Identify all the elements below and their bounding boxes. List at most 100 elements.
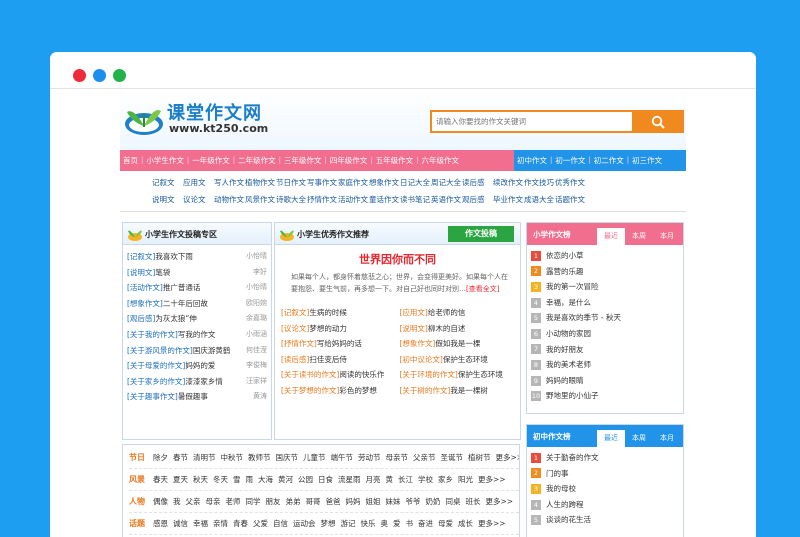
nav-item[interactable]: 初二作文 — [591, 150, 627, 171]
tag-link[interactable]: 母爱 — [438, 513, 453, 534]
ranking-item[interactable]: 4 幸福，是什么 — [531, 295, 679, 311]
list-item-title[interactable]: 给老师的信 — [428, 308, 466, 317]
tag-link[interactable]: 梦想 — [321, 513, 336, 534]
ranking-item-title[interactable]: 人生的跨程 — [546, 497, 584, 513]
tag-link[interactable]: 快乐 — [361, 513, 376, 534]
tag-link[interactable]: 父爱 — [253, 513, 268, 534]
ranking-item[interactable]: 1 依恋的小草 — [531, 248, 679, 264]
nav-item[interactable]: 五年级作文 — [373, 150, 417, 171]
list-item[interactable]: [关于我的作文]写我的作文 小雨涵 — [127, 327, 267, 343]
tag-link[interactable]: 家乡 — [438, 469, 453, 490]
list-item-title[interactable]: 国庆游黄鹤 — [193, 346, 231, 355]
list-item-title[interactable]: 彩色的梦想 — [339, 386, 377, 395]
list-item[interactable]: [想象作文]假如我是一棵 — [400, 336, 515, 352]
list-item-title[interactable]: 生病的时候 — [309, 308, 347, 317]
ranking-item-title[interactable]: 野地里的小仙子 — [546, 388, 599, 404]
list-item-title[interactable]: 笔袋 — [155, 268, 170, 277]
ranking-item[interactable]: 6 小动物的家园 — [531, 326, 679, 342]
tag-link[interactable]: 国庆节 — [276, 447, 299, 468]
tag-link[interactable]: 月亮 — [366, 469, 381, 490]
read-more-link[interactable]: [查看全文] — [466, 285, 499, 293]
category-link[interactable]: 节日作文 — [276, 174, 307, 191]
ranking-item-title[interactable]: 露营的乐趣 — [546, 264, 584, 280]
tag-link[interactable]: 圣诞节 — [441, 447, 464, 468]
tag-link[interactable]: 更多>> — [478, 513, 506, 534]
tag-link[interactable]: 更多>> — [478, 469, 506, 490]
list-item-title[interactable]: 柳木的自述 — [428, 324, 466, 333]
list-item-tag[interactable]: [活动作文] — [127, 283, 163, 292]
tag-link[interactable]: 妹妹 — [386, 491, 401, 512]
category-link[interactable]: 动物作文 — [214, 191, 245, 208]
category-link[interactable]: 诗歌大全 — [276, 191, 307, 208]
ranking-item-title[interactable]: 我的母校 — [546, 481, 576, 497]
ranking-item-title[interactable]: 关于勤奋的作文 — [546, 450, 599, 466]
search-input[interactable] — [430, 110, 632, 133]
tag-link[interactable]: 除夕 — [153, 447, 168, 468]
tag-link[interactable]: 日食 — [318, 469, 333, 490]
list-item-tag[interactable]: [关于游风景的作文] — [127, 346, 193, 355]
list-item-tag[interactable]: [想象作文] — [127, 299, 163, 308]
list-item-tag[interactable]: [抒情作文] — [281, 339, 317, 348]
ranking-tab[interactable]: 本周 — [625, 430, 653, 447]
nav-item[interactable]: 初中作文 — [514, 150, 550, 171]
tag-link[interactable]: 春节 — [173, 447, 188, 468]
list-item-tag[interactable]: [议论文] — [281, 324, 309, 333]
tag-link[interactable]: 春天 — [153, 469, 168, 490]
category-link[interactable]: 写人作文 — [214, 174, 245, 191]
list-item-title[interactable]: 保护生态环境 — [458, 370, 503, 379]
list-item-title[interactable]: 写我的作文 — [178, 330, 216, 339]
ranking-item-title[interactable]: 我的好朋友 — [546, 342, 584, 358]
list-item-title[interactable]: 我是一棵树 — [450, 386, 488, 395]
tag-link[interactable]: 同学 — [246, 491, 261, 512]
tag-link[interactable]: 夏天 — [173, 469, 188, 490]
list-item[interactable]: [关于环境的作文]保护生态环境 — [400, 367, 515, 383]
list-item-tag[interactable]: [关于趣事作文] — [127, 392, 178, 401]
list-item-title[interactable]: 假如我是一棵 — [435, 339, 480, 348]
tag-link[interactable]: 自信 — [273, 513, 288, 534]
list-item[interactable]: [关于树的作文]我是一棵树 — [400, 383, 515, 399]
list-item[interactable]: [关于读书的作文]阅读的快乐作 — [281, 367, 396, 383]
ranking-item-title[interactable]: 小动物的家园 — [546, 326, 591, 342]
nav-item[interactable]: 二年级作文 — [235, 150, 279, 171]
nav-item[interactable]: 三年级作文 — [281, 150, 325, 171]
tag-link[interactable]: 植树节 — [468, 447, 491, 468]
tag-link[interactable]: 公园 — [298, 469, 313, 490]
tag-link[interactable]: 老师 — [226, 491, 241, 512]
list-item-title[interactable]: 二十年后回故 — [163, 299, 208, 308]
list-item-tag[interactable]: [观后感] — [127, 314, 155, 323]
tag-link[interactable]: 奋进 — [418, 513, 433, 534]
list-item[interactable]: [应用文]给老师的信 — [400, 305, 515, 321]
category-link[interactable]: 应用文 — [183, 174, 214, 191]
ranking-tab[interactable]: 最近 — [597, 430, 625, 447]
list-item-tag[interactable]: [关于读书的作文] — [281, 370, 339, 379]
tag-link[interactable]: 端午节 — [331, 447, 354, 468]
category-link[interactable]: 话题作文 — [555, 191, 586, 208]
search-button[interactable] — [632, 110, 684, 133]
tag-link[interactable]: 妈妈 — [346, 491, 361, 512]
tag-link[interactable]: 父亲节 — [413, 447, 436, 468]
category-link[interactable]: 成语大全 — [524, 191, 555, 208]
list-item-tag[interactable]: [关于我的作文] — [127, 330, 178, 339]
tag-link[interactable]: 黄河 — [278, 469, 293, 490]
list-item-title[interactable]: 推广普通话 — [163, 283, 201, 292]
list-item-title[interactable]: 写给妈妈的话 — [317, 339, 362, 348]
tag-link[interactable]: 母亲节 — [386, 447, 409, 468]
tag-link[interactable]: 母亲 — [206, 491, 221, 512]
category-link[interactable]: 记叙文 — [152, 174, 183, 191]
ranking-item-title[interactable]: 谈谈的花生活 — [546, 512, 591, 528]
ranking-item-title[interactable]: 门的事 — [546, 466, 569, 482]
tag-link[interactable]: 冬天 — [213, 469, 228, 490]
list-item-tag[interactable]: [读后感] — [281, 355, 309, 364]
category-link[interactable]: 童话作文 — [369, 191, 400, 208]
category-link[interactable]: 议论文 — [183, 191, 214, 208]
category-link[interactable]: 周记大全 — [431, 174, 462, 191]
tag-link[interactable]: 劳动节 — [358, 447, 381, 468]
ranking-item[interactable]: 7 我的好朋友 — [531, 342, 679, 358]
list-item[interactable]: [关于趣事作文]暑假趣事 黄涛 — [127, 389, 267, 405]
category-link[interactable]: 日记大全 — [400, 174, 431, 191]
list-item[interactable]: [关于游风景的作文]国庆游黄鹤 何佳滢 — [127, 343, 267, 359]
tag-link[interactable]: 诚信 — [173, 513, 188, 534]
ranking-item[interactable]: 3 我的母校 — [531, 481, 679, 497]
list-item[interactable]: [读后感]扫佳变后侍 — [281, 352, 396, 368]
nav-item[interactable]: 初三作文 — [629, 150, 665, 171]
